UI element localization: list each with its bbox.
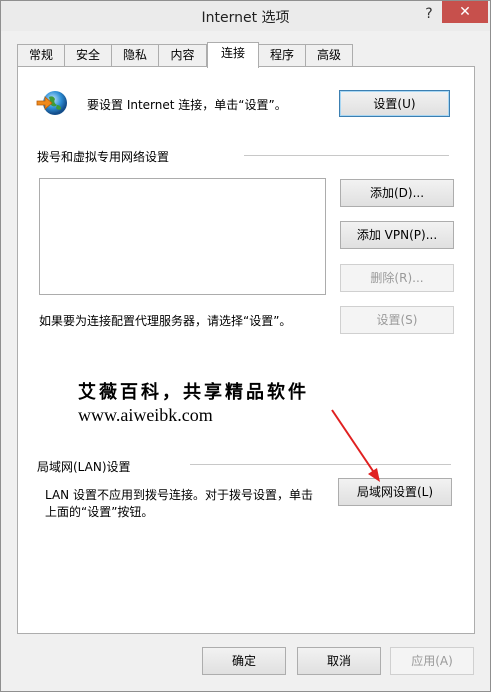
help-icon[interactable]: ? (416, 3, 442, 25)
apply-button[interactable]: 应用(A) (390, 647, 474, 675)
lan-heading: 局域网(LAN)设置 (37, 460, 131, 474)
connections-list[interactable] (39, 178, 326, 295)
dialup-settings-button[interactable]: 设置(S) (340, 306, 454, 334)
setup-instruction: 要设置 Internet 连接，单击“设置”。 (87, 98, 287, 112)
title-bar: Internet 选项 ? ✕ (1, 1, 490, 31)
add-vpn-button[interactable]: 添加 VPN(P)... (340, 221, 454, 249)
tab-security[interactable]: 安全 (64, 44, 112, 67)
close-button[interactable]: ✕ (442, 1, 488, 23)
cancel-button[interactable]: 取消 (297, 647, 381, 675)
lan-settings-button[interactable]: 局域网设置(L) (338, 478, 452, 506)
lan-divider (190, 464, 451, 465)
network-globe-icon (36, 91, 67, 115)
watermark-url: www.aiweibk.com (78, 405, 213, 425)
tab-general[interactable]: 常规 (17, 44, 65, 67)
internet-options-window: Internet 选项 ? ✕ 常规 安全 隐私 内容 连接 程序 高级 要设置… (0, 0, 491, 692)
dialup-heading: 拨号和虚拟专用网络设置 (37, 150, 170, 164)
add-button[interactable]: 添加(D)... (340, 179, 454, 207)
setup-button[interactable]: 设置(U) (339, 90, 450, 117)
remove-button[interactable]: 删除(R)... (340, 264, 454, 292)
dialup-divider (244, 155, 449, 156)
tab-programs[interactable]: 程序 (258, 44, 306, 67)
ok-button[interactable]: 确定 (202, 647, 286, 675)
tab-connections[interactable]: 连接 (207, 42, 259, 68)
proxy-hint: 如果要为连接配置代理服务器，请选择“设置”。 (39, 314, 292, 328)
tab-content[interactable]: 内容 (158, 44, 207, 67)
lan-description-line2: 上面的“设置”按钮。 (45, 505, 154, 519)
tab-advanced[interactable]: 高级 (305, 44, 353, 67)
tab-privacy[interactable]: 隐私 (111, 44, 159, 67)
watermark-title: 艾薇百科，共享精品软件 (78, 382, 309, 403)
lan-description-line1: LAN 设置不应用到拨号连接。对于拨号设置，单击 (45, 488, 313, 502)
